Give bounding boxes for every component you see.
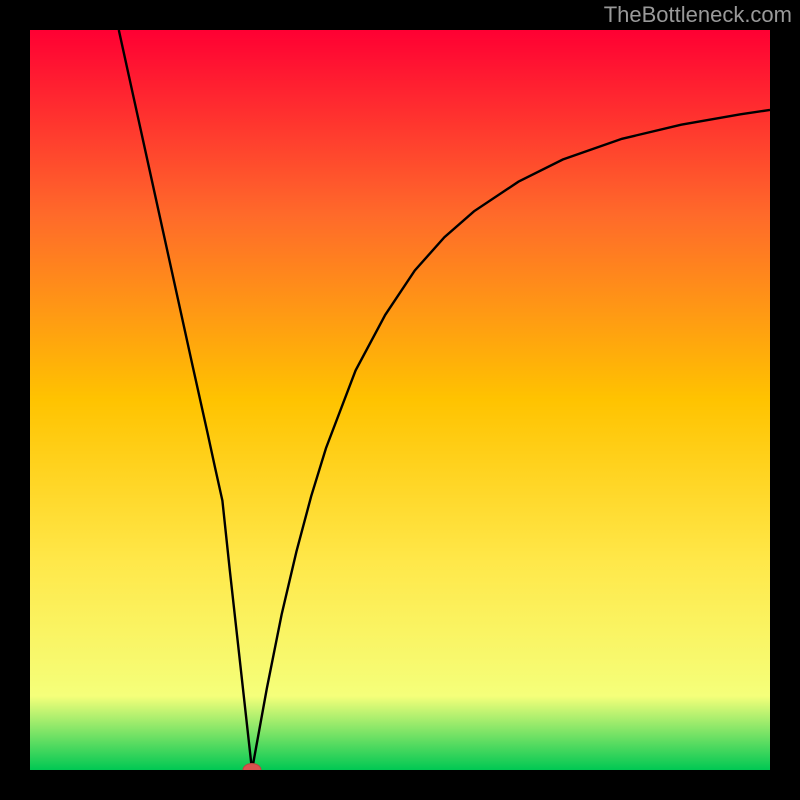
watermark-text: TheBottleneck.com bbox=[604, 2, 792, 28]
plot-svg bbox=[30, 30, 770, 770]
gradient-background bbox=[30, 30, 770, 770]
chart-frame: TheBottleneck.com bbox=[0, 0, 800, 800]
plot-area bbox=[30, 30, 770, 770]
